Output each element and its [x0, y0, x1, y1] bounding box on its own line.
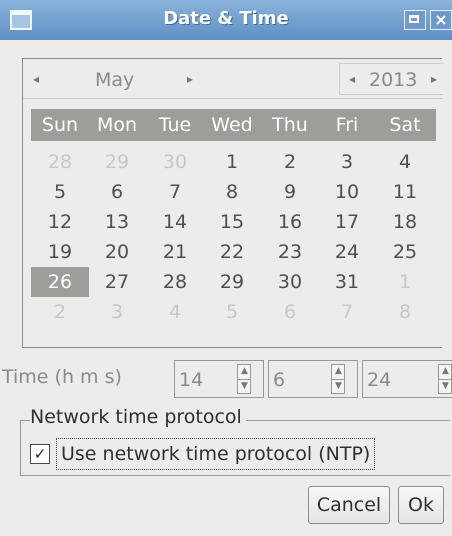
day-cell[interactable]: 8 — [376, 297, 434, 327]
seconds-value[interactable]: 24 — [367, 361, 391, 399]
window-title: Date & Time — [163, 8, 289, 29]
up-arrow-icon[interactable]: ▲ — [335, 366, 342, 376]
day-cell[interactable]: 11 — [376, 177, 434, 207]
day-cell[interactable]: 4 — [146, 297, 204, 327]
day-cell[interactable]: 30 — [261, 267, 319, 297]
down-arrow-icon[interactable]: ▼ — [442, 381, 449, 391]
maximize-icon[interactable] — [404, 10, 426, 30]
day-cell[interactable]: 2 — [31, 297, 89, 327]
day-cell-selected[interactable]: 26 — [31, 267, 89, 297]
up-arrow-icon[interactable]: ▲ — [442, 366, 449, 376]
stepper-divider — [238, 379, 250, 380]
weekday-thu: Thu — [272, 114, 308, 136]
hours-value[interactable]: 14 — [179, 361, 203, 399]
ok-button[interactable]: Ok — [398, 486, 444, 524]
hours-stepper[interactable]: ▲ ▼ — [237, 364, 251, 394]
minutes-value[interactable]: 6 — [273, 361, 285, 399]
stepper-divider — [332, 379, 344, 380]
next-year-icon[interactable]: ▸ — [431, 59, 437, 99]
day-cell[interactable]: 9 — [261, 177, 319, 207]
seconds-stepper[interactable]: ▲ ▼ — [438, 364, 452, 394]
day-cell[interactable]: 19 — [31, 237, 89, 267]
day-cell[interactable]: 14 — [146, 207, 204, 237]
day-cell[interactable]: 8 — [203, 177, 261, 207]
day-cell[interactable]: 23 — [261, 237, 319, 267]
close-icon[interactable]: × — [430, 10, 452, 30]
day-cell[interactable]: 29 — [203, 267, 261, 297]
year-label: 2013 — [369, 69, 418, 91]
day-cell[interactable]: 7 — [318, 297, 376, 327]
weekday-sun: Sun — [41, 114, 79, 136]
date-time-dialog: Date & Time × ◂ May ▸ ◂ 2013 ▸ Sun Mon T… — [0, 0, 452, 536]
ntp-checkbox[interactable]: ✓ — [30, 444, 50, 464]
down-arrow-icon[interactable]: ▼ — [335, 381, 342, 391]
day-cell[interactable]: 29 — [88, 147, 146, 177]
weekday-fri: Fri — [335, 114, 359, 136]
up-arrow-icon[interactable]: ▲ — [241, 366, 248, 376]
prev-year-icon[interactable]: ◂ — [349, 59, 355, 99]
day-cell[interactable]: 6 — [88, 177, 146, 207]
seconds-spinbox[interactable]: 24 ▲ ▼ — [362, 360, 452, 398]
calendar-nav: ◂ May ▸ ◂ 2013 ▸ — [23, 59, 443, 99]
weekday-mon: Mon — [96, 114, 138, 136]
title-bar[interactable]: Date & Time × — [0, 0, 452, 40]
day-cell[interactable]: 31 — [318, 267, 376, 297]
next-month-icon[interactable]: ▸ — [187, 59, 193, 99]
day-cell[interactable]: 28 — [146, 267, 204, 297]
day-cell[interactable]: 22 — [203, 237, 261, 267]
prev-month-icon[interactable]: ◂ — [33, 59, 39, 99]
weekday-wed: Wed — [211, 114, 253, 136]
minutes-stepper[interactable]: ▲ ▼ — [331, 364, 345, 394]
day-cell[interactable]: 12 — [31, 207, 89, 237]
month-label: May — [95, 69, 135, 91]
day-cell[interactable]: 6 — [261, 297, 319, 327]
calendar: ◂ May ▸ ◂ 2013 ▸ Sun Mon Tue Wed Thu Fri… — [22, 58, 443, 348]
day-cell[interactable]: 5 — [203, 297, 261, 327]
day-cell[interactable]: 3 — [318, 147, 376, 177]
day-cell[interactable]: 13 — [88, 207, 146, 237]
day-cell[interactable]: 27 — [88, 267, 146, 297]
day-cell[interactable]: 1 — [203, 147, 261, 177]
day-cell[interactable]: 3 — [88, 297, 146, 327]
weekday-header: Sun Mon Tue Wed Thu Fri Sat — [31, 109, 436, 141]
day-cell[interactable]: 21 — [146, 237, 204, 267]
day-cell[interactable]: 7 — [146, 177, 204, 207]
day-cell[interactable]: 10 — [318, 177, 376, 207]
day-cell[interactable]: 1 — [376, 267, 434, 297]
day-cell[interactable]: 24 — [318, 237, 376, 267]
down-arrow-icon[interactable]: ▼ — [241, 381, 248, 391]
day-cell[interactable]: 15 — [203, 207, 261, 237]
day-cell[interactable]: 2 — [261, 147, 319, 177]
day-cell[interactable]: 4 — [376, 147, 434, 177]
day-cell[interactable]: 16 — [261, 207, 319, 237]
day-cell[interactable]: 17 — [318, 207, 376, 237]
ntp-group-label: Network time protocol — [30, 406, 246, 428]
day-cell[interactable]: 28 — [31, 147, 89, 177]
weekday-sat: Sat — [389, 114, 421, 136]
day-cell[interactable]: 18 — [376, 207, 434, 237]
weekday-tue: Tue — [158, 114, 192, 136]
day-cell[interactable]: 25 — [376, 237, 434, 267]
minutes-spinbox[interactable]: 6 ▲ ▼ — [268, 360, 358, 398]
hours-spinbox[interactable]: 14 ▲ ▼ — [174, 360, 264, 398]
day-cell[interactable]: 5 — [31, 177, 89, 207]
day-cell[interactable]: 20 — [88, 237, 146, 267]
cancel-button[interactable]: Cancel — [308, 486, 390, 524]
ntp-checkbox-label[interactable]: Use network time protocol (NTP) — [56, 438, 376, 470]
stepper-divider — [439, 379, 451, 380]
time-label: Time (h m s) — [2, 366, 122, 388]
day-cell[interactable]: 30 — [146, 147, 204, 177]
